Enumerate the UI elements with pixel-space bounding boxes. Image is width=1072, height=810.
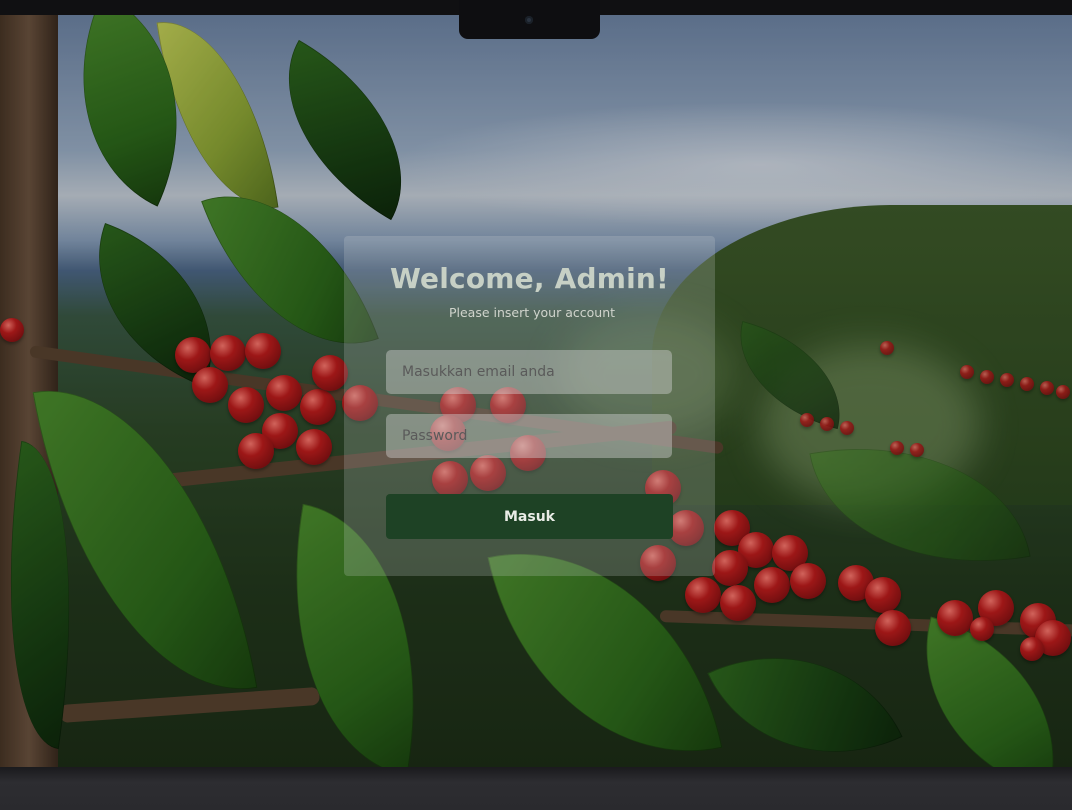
welcome-title: Welcome, Admin! — [389, 262, 670, 295]
login-card: Welcome, Admin! Please insert your accou… — [344, 236, 715, 576]
login-screen: Welcome, Admin! Please insert your accou… — [0, 15, 1072, 767]
login-button[interactable]: Masuk — [386, 494, 673, 539]
password-input[interactable] — [386, 414, 672, 458]
camera-icon — [525, 16, 533, 24]
screen-notch — [459, 0, 600, 39]
email-input[interactable] — [386, 350, 672, 394]
welcome-subtitle: Please insert your account — [448, 305, 616, 320]
device-bottom-bezel — [0, 767, 1072, 810]
device-frame: Welcome, Admin! Please insert your accou… — [0, 0, 1072, 810]
